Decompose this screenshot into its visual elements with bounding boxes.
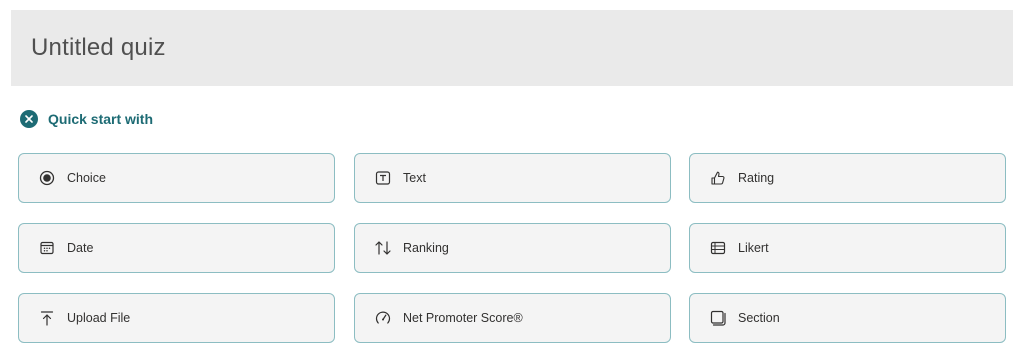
thumbs-up-icon (709, 169, 727, 187)
text-button[interactable]: Text (354, 153, 671, 203)
likert-grid-icon (709, 239, 727, 257)
quick-start-label: Quick start with (48, 111, 154, 127)
ranking-arrows-icon (374, 239, 392, 257)
gauge-icon (374, 309, 392, 327)
rating-button[interactable]: Rating (689, 153, 1006, 203)
choice-button[interactable]: Choice (18, 153, 335, 203)
text-label: Text (403, 171, 426, 185)
radio-icon (38, 169, 56, 187)
upload-file-label: Upload File (67, 311, 131, 325)
net-promoter-score-label: Net Promoter Score® (403, 311, 523, 325)
quiz-title-bar[interactable]: Untitled quiz (11, 10, 1013, 86)
ranking-button[interactable]: Ranking (354, 223, 671, 273)
quiz-title[interactable]: Untitled quiz (31, 34, 166, 62)
upload-file-button[interactable]: Upload File (18, 293, 335, 343)
section-button[interactable]: Section (689, 293, 1006, 343)
upload-icon (38, 309, 56, 327)
date-label: Date (67, 241, 94, 255)
calendar-icon (38, 239, 56, 257)
quick-start-toggle[interactable]: Quick start with (20, 110, 153, 128)
likert-label: Likert (738, 241, 769, 255)
section-icon (709, 309, 727, 327)
net-promoter-score-button[interactable]: Net Promoter Score® (354, 293, 671, 343)
close-circle-icon[interactable] (20, 110, 38, 128)
date-button[interactable]: Date (18, 223, 335, 273)
choice-label: Choice (67, 171, 106, 185)
likert-button[interactable]: Likert (689, 223, 1006, 273)
section-label: Section (738, 311, 780, 325)
text-box-icon (374, 169, 392, 187)
ranking-label: Ranking (403, 241, 449, 255)
rating-label: Rating (738, 171, 775, 185)
